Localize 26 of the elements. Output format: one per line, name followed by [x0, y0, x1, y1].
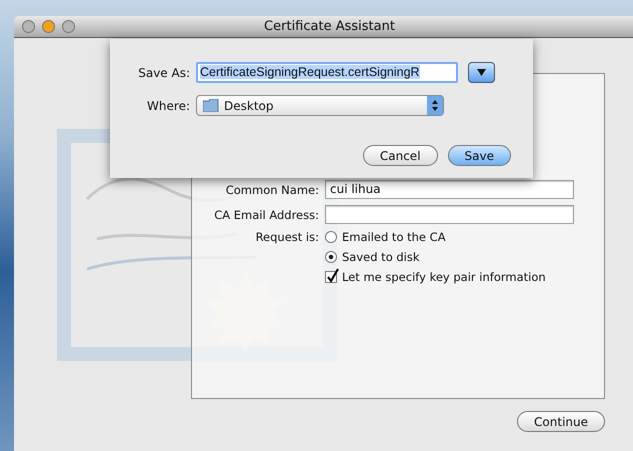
file-name-field[interactable]: CertificateSigningRequest.certSigningR	[196, 62, 458, 83]
window-control-button[interactable]	[22, 20, 35, 33]
radio-button[interactable]	[325, 251, 337, 263]
window-title: Certificate Assistant	[263, 19, 396, 34]
checkbox[interactable]	[325, 271, 337, 283]
field-label: CA Email Address:	[213, 208, 319, 222]
radio-button[interactable]	[325, 231, 337, 243]
radio-label: Saved to disk	[342, 250, 420, 264]
folder-icon	[203, 99, 219, 112]
location-popup[interactable]: Desktop	[196, 95, 444, 116]
checkbox-label: Let me specify key pair information	[342, 270, 546, 284]
text-field[interactable]	[325, 205, 574, 224]
field-label: Request is:	[254, 230, 319, 244]
field-label: Common Name:	[224, 182, 319, 196]
save-as-label: Save As:	[137, 66, 190, 80]
window-control-button[interactable]	[62, 20, 75, 33]
window-control-button[interactable]	[42, 20, 55, 33]
radio-label: Emailed to the CA	[342, 230, 446, 244]
stepper-arrows-icon	[427, 96, 443, 115]
text-field[interactable]: cui lihua	[325, 180, 574, 199]
expand-button[interactable]	[468, 62, 495, 83]
cancel-button[interactable]: Cancel	[362, 145, 438, 166]
save-button[interactable]: Save	[448, 145, 511, 166]
caret-icon	[477, 69, 486, 76]
where-label: Where:	[146, 98, 190, 112]
continue-button[interactable]: Continue	[517, 411, 605, 432]
